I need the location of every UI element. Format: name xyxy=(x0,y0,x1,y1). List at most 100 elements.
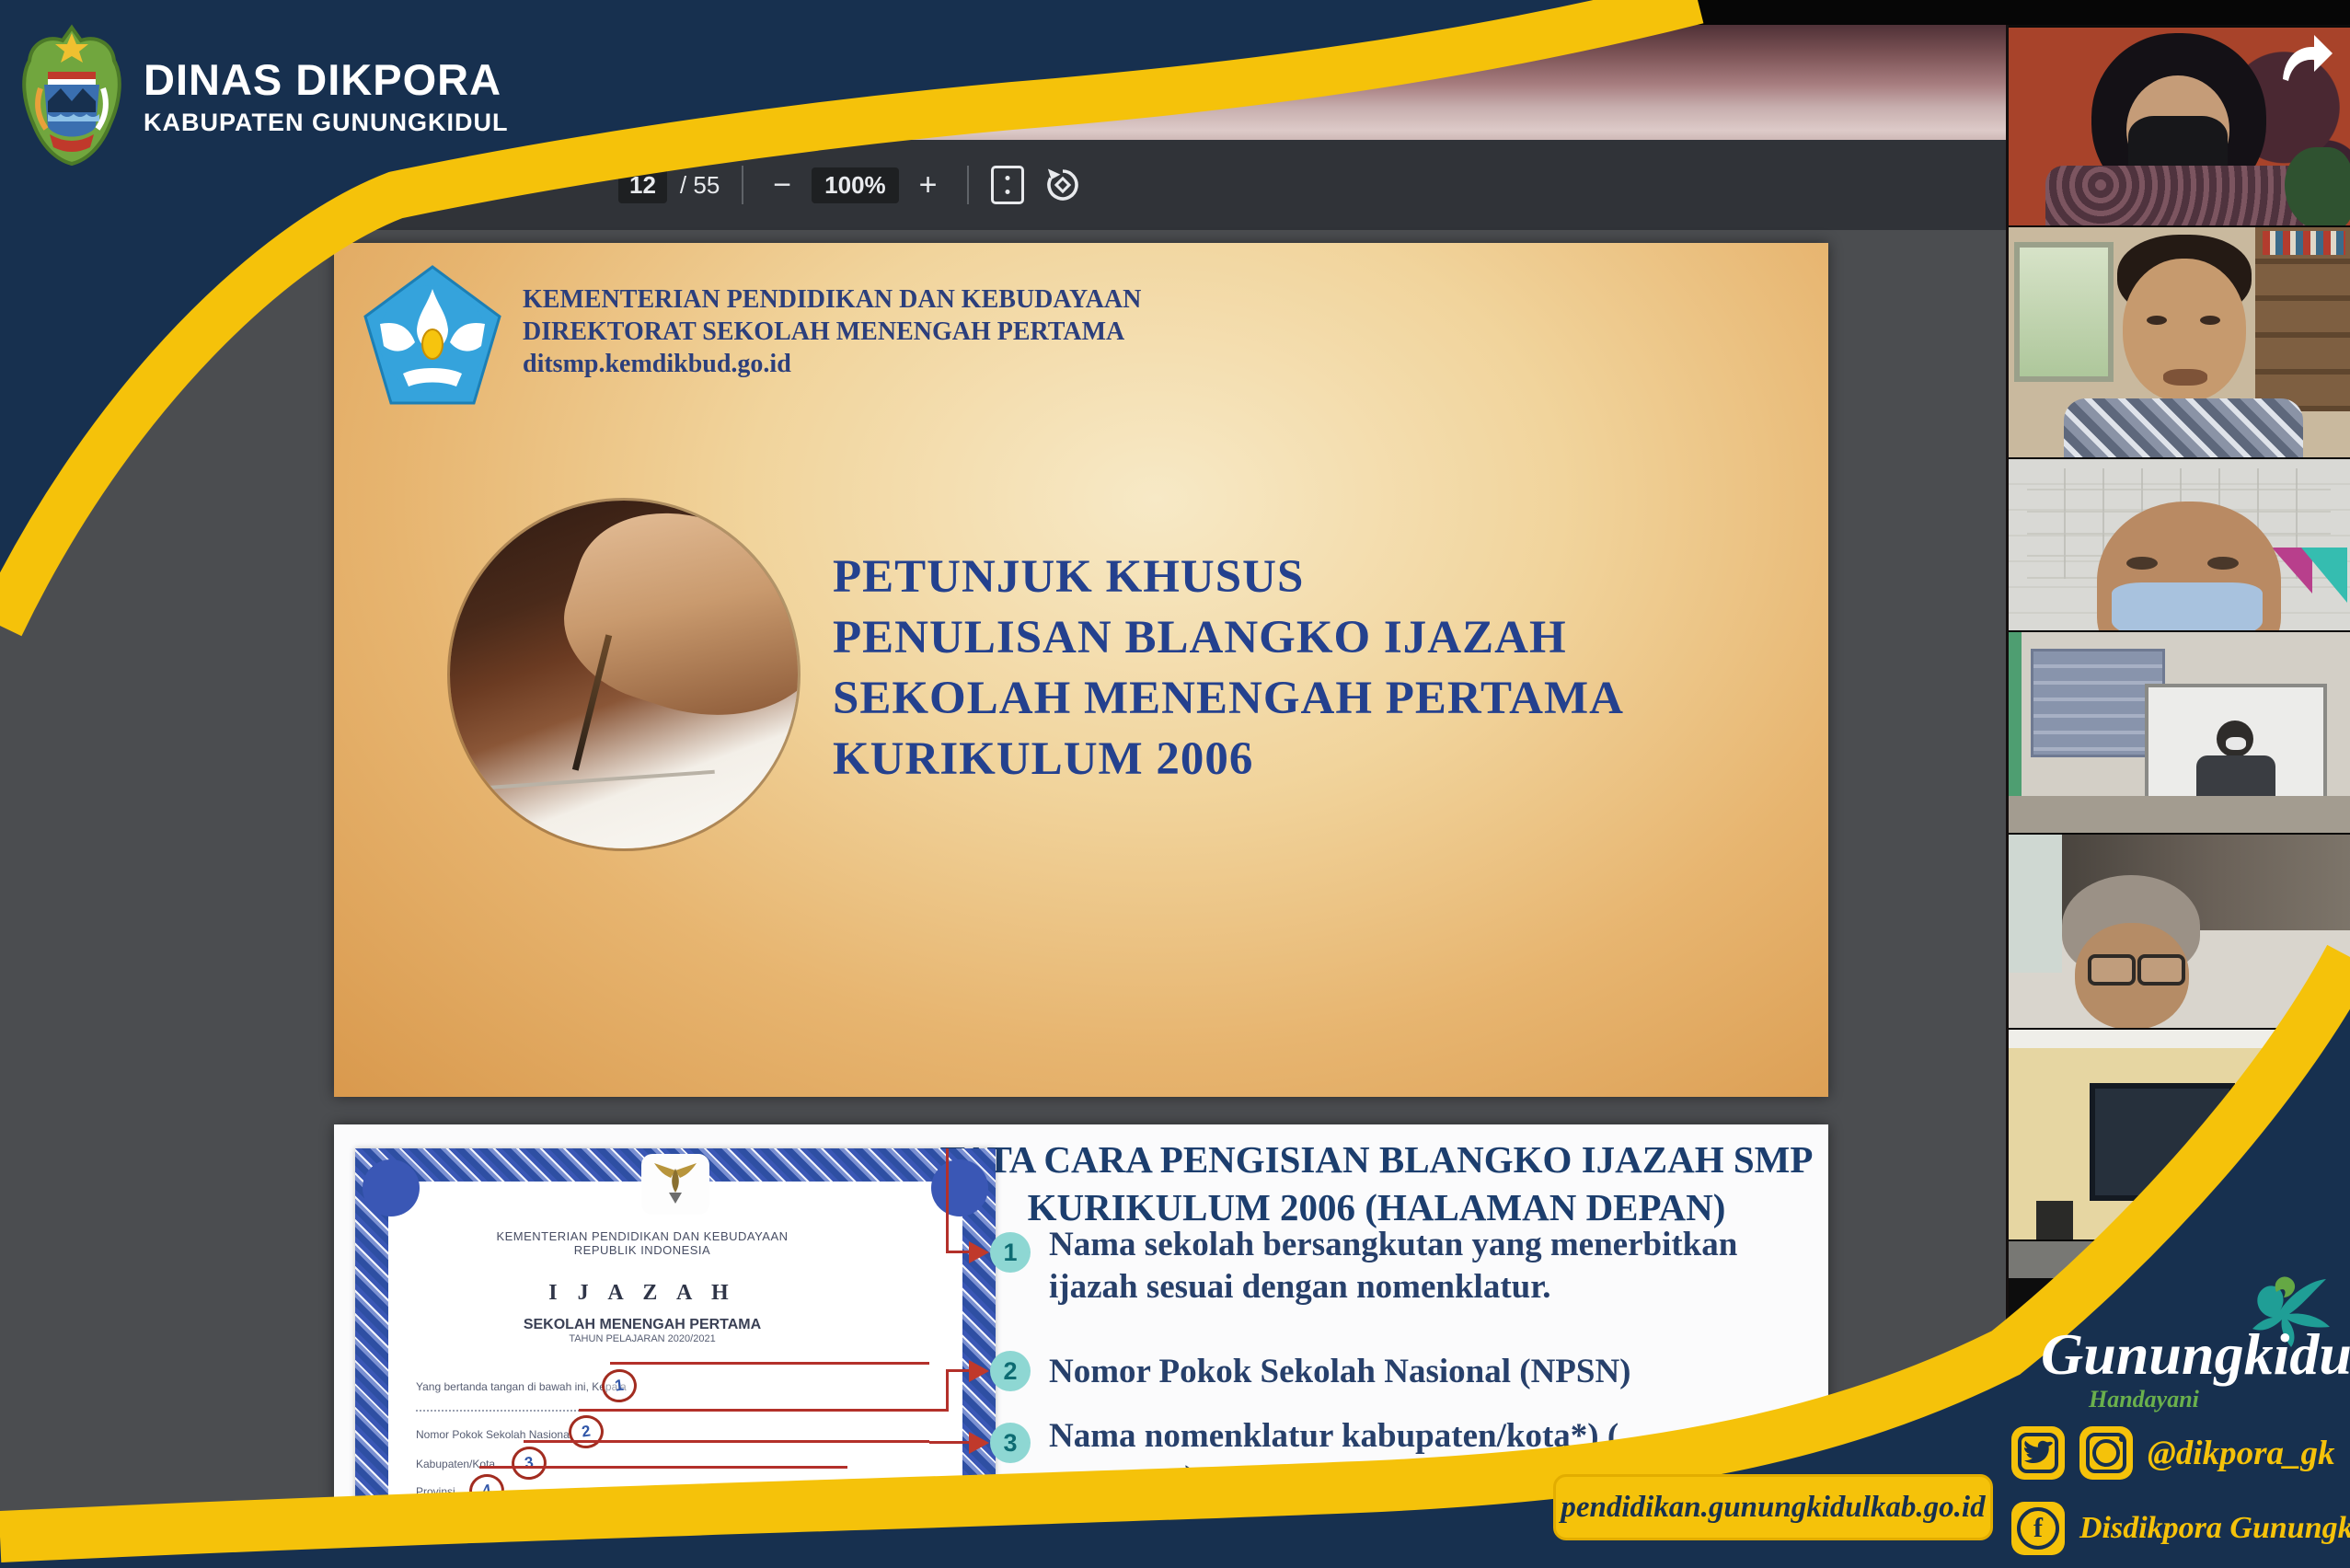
instagram-icon-dot xyxy=(2119,1436,2125,1442)
doc-field4-right-label: menerangkan bahwa xyxy=(764,1485,867,1498)
tutwuri-handayani-logo xyxy=(362,265,503,412)
desk xyxy=(2009,796,2350,835)
facebook-icon: f xyxy=(2017,1507,2059,1550)
slide1-header-line3: ditsmp.kemdikbud.go.id xyxy=(523,348,1141,380)
item-3-line1: Nama nomenklatur kabupaten/kota*) ( xyxy=(1049,1415,1619,1458)
connector-3-horizontal xyxy=(929,1441,970,1444)
monitor xyxy=(2090,1083,2235,1201)
slide1-header-line1: KEMENTERIAN PENDIDIKAN DAN KEBUDAYAAN xyxy=(523,283,1141,316)
zoom-level-value[interactable]: 100% xyxy=(812,167,899,203)
zoom-out-button[interactable]: − xyxy=(766,169,799,201)
mouth xyxy=(2163,369,2207,386)
plant xyxy=(2285,147,2350,227)
batik-shirt xyxy=(2064,398,2303,459)
item-1-number: 1 xyxy=(990,1232,1031,1273)
share-top-bar xyxy=(0,0,2006,24)
share-arrow-icon[interactable] xyxy=(2277,29,2336,86)
connector-1-horizontal xyxy=(946,1251,970,1253)
zoom-in-button[interactable]: + xyxy=(912,169,945,201)
slide2-title-line1: TATA CARA PENGISIAN BLANGKO IJAZAH SMP xyxy=(930,1136,1823,1183)
glasses xyxy=(2137,954,2185,986)
twitter-icon-frame xyxy=(2018,1433,2058,1473)
item-1-line2: ijazah sesuai dengan nomenklatur. xyxy=(1049,1266,1737,1309)
marker-line-2 xyxy=(579,1409,929,1412)
item-2-line1: Nomor Pokok Sekolah Nasional (NPSN) xyxy=(1049,1351,1631,1393)
paper-line xyxy=(471,770,714,790)
books xyxy=(2263,231,2345,255)
doc-marker-1: 1 xyxy=(600,1367,639,1405)
footer-wordmark-block: Gunungkidul Handayani xyxy=(2041,1325,2332,1413)
doc-subtitle: SEKOLAH MENENGAH PERTAMA xyxy=(388,1317,896,1333)
slide-1-cover: KEMENTERIAN PENDIDIKAN DAN KEBUDAYAAN DI… xyxy=(334,243,1828,1097)
slide1-title-line2: PENULISAN BLANGKO IJAZAH xyxy=(833,607,1624,668)
participant-video-6[interactable] xyxy=(2009,1028,2350,1241)
slide1-title-line3: SEKOLAH MENENGAH PERTAMA xyxy=(833,668,1624,729)
doc-marker-4: 4 xyxy=(467,1472,507,1510)
fit-page-icon[interactable] xyxy=(991,166,1024,204)
facebook-name: Disdikpora Gunungkidul xyxy=(2079,1511,2350,1546)
page-number-input[interactable]: 12 xyxy=(618,167,667,203)
twitter-button[interactable] xyxy=(2011,1426,2065,1480)
page-count-label: / 55 xyxy=(680,171,720,200)
slide1-header-line2: DIREKTORAT SEKOLAH MENENGAH PERTAMA xyxy=(523,316,1141,348)
doc-marker-3: 3 xyxy=(510,1445,549,1482)
hand-writing-photo xyxy=(450,501,798,848)
connector-1-arrow xyxy=(969,1241,989,1263)
item-3-text: Nama nomenklatur kabupaten/kota*) ( menc… xyxy=(1049,1415,1619,1500)
connector-2-vertical xyxy=(946,1369,949,1412)
website-banner[interactable]: pendidikan.gunungkidulkab.go.id xyxy=(1553,1474,1993,1540)
doc-field4-label: Provinsi xyxy=(416,1485,455,1498)
participant-video-2[interactable] xyxy=(2009,225,2350,459)
facebook-button[interactable]: f xyxy=(2011,1502,2065,1555)
connector-2-horizontal xyxy=(946,1369,970,1372)
doc-marker-2: 2 xyxy=(567,1413,606,1451)
person-mask xyxy=(2226,737,2246,750)
instagram-button[interactable] xyxy=(2079,1426,2133,1480)
doc-header-line2: REPUBLIK INDONESIA xyxy=(388,1243,896,1257)
eye xyxy=(2147,316,2167,325)
ijazah-document-preview: KEMENTERIAN PENDIDIKAN DAN KEBUDAYAAN RE… xyxy=(355,1148,996,1568)
agency-name: DINAS DIKPORA xyxy=(144,57,508,103)
footer-wordmark: Gunungkidul xyxy=(2041,1325,2332,1384)
slide1-title-line1: PETUNJUK KHUSUS xyxy=(833,547,1624,607)
eye xyxy=(2200,316,2220,325)
doc-field2-label: Nomor Pokok Sekolah Nasional xyxy=(416,1428,571,1441)
connector-2-stub xyxy=(929,1409,948,1412)
eye xyxy=(2207,557,2239,570)
slide2-title: TATA CARA PENGISIAN BLANGKO IJAZAH SMP K… xyxy=(930,1136,1823,1231)
rotate-icon[interactable] xyxy=(1043,165,1083,205)
doc-header-line1: KEMENTERIAN PENDIDIKAN DAN KEBUDAYAAN xyxy=(388,1229,896,1243)
toolbar-divider xyxy=(742,166,743,204)
slide1-title: PETUNJUK KHUSUS PENULISAN BLANGKO IJAZAH… xyxy=(833,547,1624,790)
marker-line-1 xyxy=(610,1362,929,1365)
agency-header: DINAS DIKPORA KABUPATEN GUNUNGKIDUL xyxy=(20,24,508,167)
item-3-number: 3 xyxy=(990,1423,1031,1463)
footer-tagline: Handayani xyxy=(2089,1386,2332,1413)
toolbar-divider xyxy=(967,166,969,204)
surgical-mask xyxy=(2112,582,2263,632)
glasses xyxy=(2088,954,2136,986)
person-head xyxy=(2217,1109,2327,1241)
participant-video-3[interactable] xyxy=(2009,457,2350,632)
flag xyxy=(2301,548,2347,603)
item-2-text: Nomor Pokok Sekolah Nasional (NPSN) xyxy=(1049,1351,1631,1393)
connector-1-vertical xyxy=(946,1148,949,1252)
item-1-text: Nama sekolah bersangkutan yang menerbitk… xyxy=(1049,1224,1737,1309)
eye xyxy=(2126,557,2158,570)
batik-shirt xyxy=(2045,166,2321,227)
doc-title: I J A Z A H xyxy=(388,1281,896,1306)
item-1-line1: Nama sekolah bersangkutan yang menerbitk… xyxy=(1049,1224,1737,1266)
social-row-2: f Disdikpora Gunungkidul xyxy=(2011,1502,2350,1555)
video-frame: 12 / 55 − 100% + xyxy=(0,0,2350,1568)
pdf-viewer: 12 / 55 − 100% + xyxy=(0,0,2006,1568)
participant-video-4[interactable] xyxy=(2009,630,2350,835)
website-url: pendidikan.gunungkidulkab.go.id xyxy=(1561,1491,1985,1525)
gunungkidul-crest xyxy=(20,24,123,167)
participant-video-5[interactable] xyxy=(2009,833,2350,1030)
agency-names: DINAS DIKPORA KABUPATEN GUNUNGKIDUL xyxy=(144,24,508,137)
connector-3-arrow xyxy=(969,1432,989,1454)
slide1-header: KEMENTERIAN PENDIDIKAN DAN KEBUDAYAAN DI… xyxy=(523,283,1141,380)
social-row-1: @dikpora_gk xyxy=(2011,1426,2334,1480)
window-light xyxy=(2009,835,2062,973)
marker-line-3 xyxy=(524,1440,929,1443)
